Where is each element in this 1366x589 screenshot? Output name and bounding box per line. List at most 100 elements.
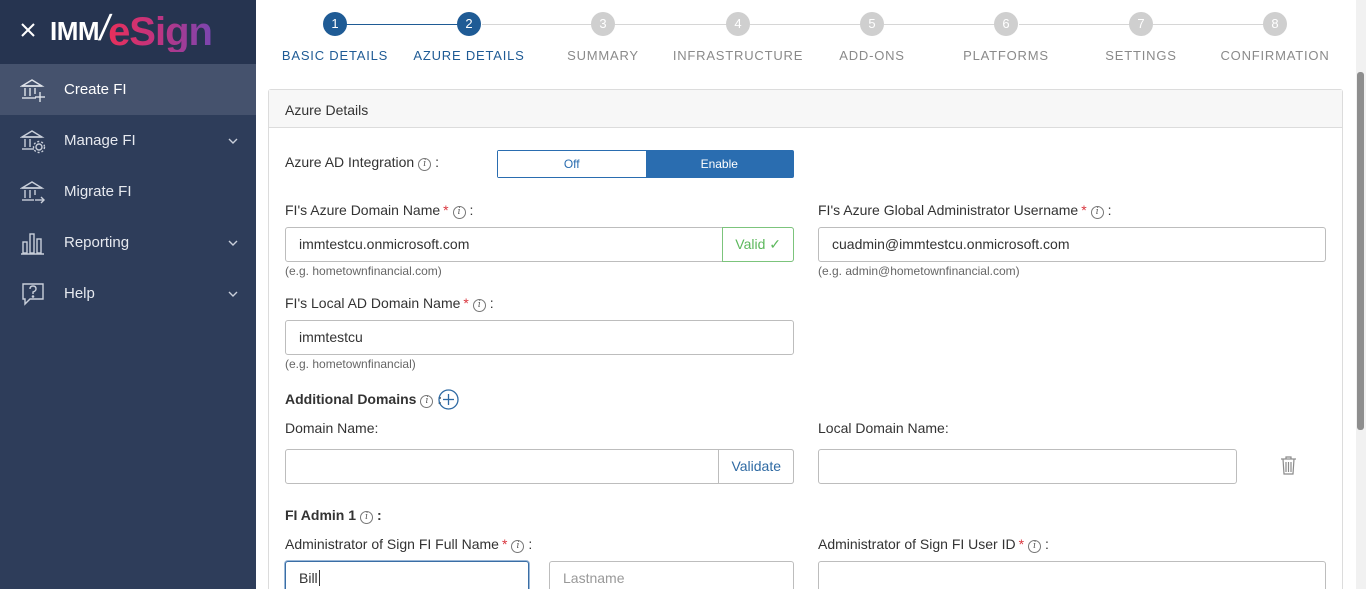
- app-logo: IMM / eSign: [50, 7, 213, 56]
- step-1-label[interactable]: BASIC DETAILS: [282, 48, 388, 63]
- bar-chart-icon: [21, 233, 44, 255]
- chevron-down-icon: [228, 138, 238, 144]
- domain-name-label: Domain Name:: [285, 420, 379, 436]
- global-admin-hint: (e.g. admin@hometownfinancial.com): [818, 264, 1020, 278]
- global-admin-input[interactable]: cuadmin@immtestcu.onmicrosoft.com: [818, 227, 1326, 262]
- local-domain-label: FI's Local AD Domain Name * i :: [285, 295, 494, 312]
- validate-button[interactable]: Validate: [718, 449, 794, 484]
- required-marker: *: [1018, 536, 1025, 552]
- trash-icon[interactable]: [1280, 455, 1297, 475]
- admin-userid-input[interactable]: [818, 561, 1326, 589]
- step-4-label[interactable]: INFRASTRUCTURE: [673, 48, 803, 63]
- text-cursor: [318, 570, 320, 586]
- info-icon[interactable]: i: [472, 299, 486, 312]
- local-domain-label-text: FI's Local AD Domain Name: [285, 295, 461, 311]
- sidebar-item-migrate-fi[interactable]: Migrate FI: [0, 166, 256, 217]
- sidebar-item-create-fi[interactable]: Create FI: [0, 64, 256, 115]
- sidebar-item-manage-fi[interactable]: Manage FI: [0, 115, 256, 166]
- step-2-label[interactable]: AZURE DETAILS: [413, 48, 524, 63]
- page-scrollbar[interactable]: [1356, 0, 1366, 589]
- sidebar-item-label: Reporting: [64, 234, 130, 251]
- admin-firstname-value: Bill: [299, 570, 318, 586]
- chevron-down-icon: [228, 291, 238, 297]
- required-marker: *: [1081, 202, 1087, 218]
- add-domain-plus-icon[interactable]: [438, 389, 459, 410]
- sidebar-item-label: Manage FI: [64, 132, 136, 149]
- admin-userid-label-text: Administrator of Sign FI User ID: [818, 536, 1016, 552]
- label-suffix: :: [489, 295, 494, 311]
- step-3-label[interactable]: SUMMARY: [567, 48, 639, 63]
- sidebar-item-label: Create FI: [64, 81, 127, 98]
- admin-fullname-label: Administrator of Sign FI Full Name * i :: [285, 536, 532, 553]
- info-icon[interactable]: i: [418, 158, 432, 171]
- info-icon[interactable]: i: [1090, 206, 1104, 219]
- close-icon[interactable]: [18, 20, 38, 40]
- step-7-label[interactable]: SETTINGS: [1105, 48, 1176, 63]
- bank-plus-icon: [20, 79, 45, 102]
- toggle-enable-option[interactable]: Enable: [645, 151, 793, 177]
- step-connector: [615, 24, 738, 25]
- card-title: Azure Details: [269, 90, 1342, 128]
- info-icon[interactable]: i: [511, 540, 525, 553]
- scrollbar-thumb[interactable]: [1357, 72, 1364, 430]
- additional-domains-label-text: Additional Domains: [285, 391, 417, 407]
- info-icon[interactable]: i: [1028, 540, 1042, 553]
- fi-admin-label-text: FI Admin 1: [285, 507, 357, 523]
- admin-fullname-label-text: Administrator of Sign FI Full Name: [285, 536, 499, 552]
- step-connector: [482, 24, 603, 25]
- bank-arrow-icon: [20, 181, 45, 204]
- global-admin-label-text: FI's Azure Global Administrator Username: [818, 202, 1079, 218]
- step-5-label[interactable]: ADD-ONS: [839, 48, 905, 63]
- local-domain-input[interactable]: immtestcu: [285, 320, 794, 355]
- step-4-circle[interactable]: 4: [726, 12, 750, 36]
- required-marker: *: [501, 536, 508, 552]
- label-suffix: :: [469, 202, 474, 218]
- label-suffix: :: [435, 154, 439, 170]
- step-connector: [750, 24, 872, 25]
- step-8-circle[interactable]: 8: [1263, 12, 1287, 36]
- step-2-circle[interactable]: 2: [457, 12, 481, 36]
- sidebar-item-reporting[interactable]: Reporting: [0, 217, 256, 268]
- label-suffix: :: [376, 507, 382, 523]
- additional-domain-input[interactable]: Validate: [285, 449, 794, 484]
- azure-domain-value: immtestcu.onmicrosoft.com: [299, 236, 470, 252]
- step-6-circle[interactable]: 6: [994, 12, 1018, 36]
- info-icon[interactable]: i: [420, 395, 434, 408]
- step-7-circle[interactable]: 7: [1129, 12, 1153, 36]
- sidebar-header: IMM / eSign: [0, 0, 256, 64]
- azure-domain-hint: (e.g. hometownfinancial.com): [285, 264, 442, 278]
- step-5-circle[interactable]: 5: [860, 12, 884, 36]
- fi-admin-label: FI Admin 1i :: [285, 507, 382, 524]
- step-3-circle[interactable]: 3: [591, 12, 615, 36]
- azure-ad-label: Azure AD Integration i :: [285, 154, 439, 171]
- help-bubble-icon: [22, 283, 44, 306]
- azure-domain-label-text: FI's Azure Domain Name: [285, 202, 441, 218]
- admin-firstname-input[interactable]: Bill: [285, 561, 529, 589]
- logo-secondary: eSign: [108, 10, 213, 54]
- chevron-down-icon: [228, 240, 238, 246]
- sidebar: IMM / eSign Create FI Manage FI Migrate …: [0, 0, 256, 589]
- additional-local-domain-input[interactable]: [818, 449, 1237, 484]
- step-8-label[interactable]: CONFIRMATION: [1220, 48, 1329, 63]
- sidebar-item-help[interactable]: Help: [0, 268, 256, 319]
- azure-ad-toggle[interactable]: Off Enable: [497, 150, 794, 178]
- wizard-stepper: 1 2 3 4 5 6 7 8 BASIC DETAILS AZURE DETA…: [256, 0, 1356, 80]
- additional-domains-label: Additional Domains i :: [285, 391, 442, 408]
- admin-userid-label: Administrator of Sign FI User ID * i :: [818, 536, 1049, 553]
- azure-ad-label-text: Azure AD Integration: [285, 154, 415, 170]
- step-1-circle[interactable]: 1: [323, 12, 347, 36]
- step-connector: [346, 24, 468, 25]
- local-domain-value: immtestcu: [299, 329, 363, 345]
- step-connector: [884, 24, 1007, 25]
- required-marker: *: [463, 295, 469, 311]
- admin-lastname-input[interactable]: Lastname: [549, 561, 794, 589]
- step-6-label[interactable]: PLATFORMS: [963, 48, 1049, 63]
- logo-primary: IMM: [50, 16, 100, 46]
- label-suffix: :: [1107, 202, 1112, 218]
- local-domain-hint: (e.g. hometownfinancial): [285, 357, 416, 371]
- azure-domain-label: FI's Azure Domain Name * i :: [285, 202, 473, 219]
- azure-domain-input[interactable]: immtestcu.onmicrosoft.com Valid ✓: [285, 227, 794, 262]
- info-icon[interactable]: i: [452, 206, 466, 219]
- toggle-off-option[interactable]: Off: [498, 151, 646, 177]
- info-icon[interactable]: i: [360, 511, 374, 524]
